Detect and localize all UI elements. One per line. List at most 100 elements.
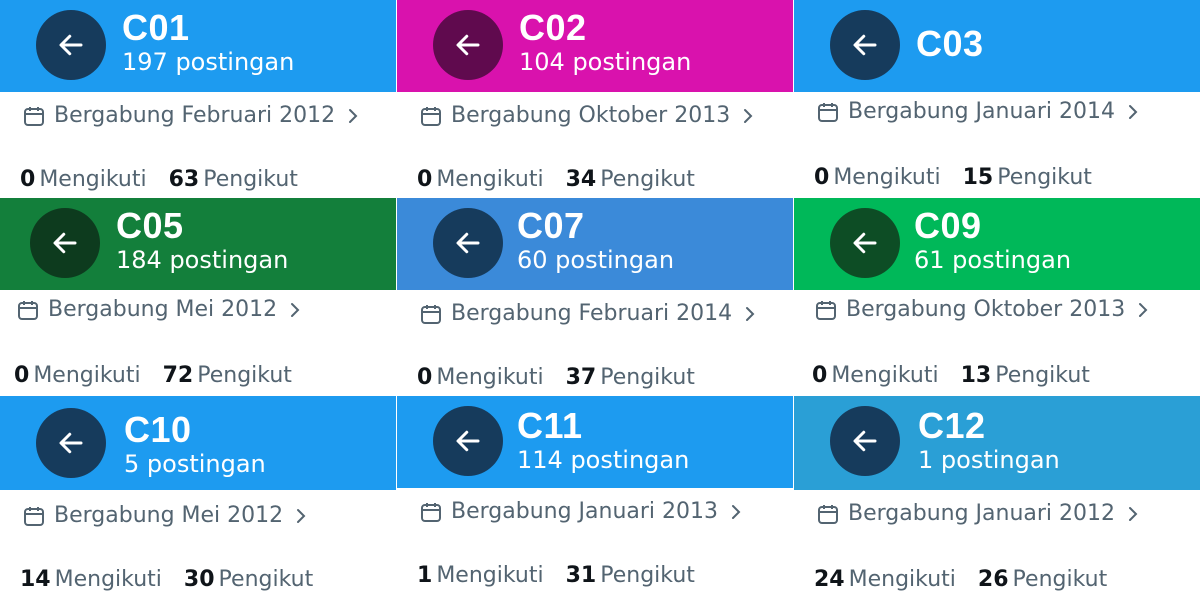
chevron-right-icon [297, 509, 306, 523]
followers-link[interactable]: 72 Pengikut [163, 362, 292, 390]
followers-link[interactable]: 30 Pengikut [184, 566, 313, 594]
following-count: 14 [20, 567, 51, 592]
join-date-label: Bergabung Januari 2012 [848, 501, 1116, 526]
following-count: 0 [814, 165, 830, 190]
back-button[interactable] [433, 10, 503, 80]
following-count: 0 [14, 363, 30, 388]
following-count: 0 [417, 365, 433, 390]
following-link[interactable]: 0 Mengikuti [417, 166, 544, 194]
following-count: 0 [20, 167, 36, 192]
arrow-left-icon [59, 34, 83, 56]
chevron-right-icon [291, 303, 300, 317]
back-button[interactable] [830, 406, 900, 476]
profile-name: C02 [519, 7, 587, 48]
join-date[interactable]: Bergabung Mei 2012 [22, 502, 309, 530]
followers-link[interactable]: 26 Pengikut [978, 566, 1107, 594]
profile-name: C12 [918, 405, 986, 446]
followers-count: 26 [977, 567, 1009, 592]
join-date[interactable]: Bergabung Oktober 2013 [814, 296, 1151, 324]
back-button[interactable] [433, 208, 503, 278]
calendar-icon [24, 107, 44, 126]
followers-label: Pengikut [197, 363, 292, 388]
followers-link[interactable]: 37 Pengikut [566, 364, 695, 392]
join-date[interactable]: Bergabung Mei 2012 [16, 296, 303, 324]
back-button[interactable] [830, 10, 900, 80]
followers-link[interactable]: 31 Pengikut [566, 562, 695, 590]
back-button[interactable] [830, 208, 900, 278]
arrow-left-icon [456, 430, 480, 452]
profile-header: C05 184 postingan [0, 198, 396, 290]
followers-label: Pengikut [218, 567, 314, 592]
followers-count: 30 [183, 567, 215, 592]
profile-name: C05 [116, 205, 184, 246]
followers-label: Pengikut [203, 167, 298, 192]
back-button[interactable] [30, 208, 100, 278]
following-link[interactable]: 24 Mengikuti [814, 566, 956, 594]
arrow-left-icon [59, 432, 83, 454]
chevron-right-icon [1129, 507, 1138, 521]
following-link[interactable]: 0 Mengikuti [417, 364, 544, 392]
follow-stats: 0 Mengikuti 63 Pengikut [20, 166, 298, 194]
calendar-icon [421, 503, 441, 522]
arrow-left-icon [456, 34, 480, 56]
follow-stats: 0 Mengikuti 72 Pengikut [14, 362, 292, 390]
post-count: 1 postingan [918, 446, 1060, 474]
following-label: Mengikuti [436, 563, 544, 588]
following-link[interactable]: 1 Mengikuti [417, 562, 544, 590]
profile-card: C02 104 postingan Bergabung Oktober 2013… [397, 0, 793, 198]
back-button[interactable] [36, 408, 106, 478]
followers-label: Pengikut [995, 363, 1090, 388]
follow-stats: 0 Mengikuti 34 Pengikut [417, 166, 695, 194]
join-date[interactable]: Bergabung Februari 2014 [419, 300, 758, 328]
calendar-icon [421, 305, 441, 324]
back-button[interactable] [36, 10, 106, 80]
profile-header: C11 114 postingan [397, 396, 793, 488]
profile-card: C09 61 postingan Bergabung Oktober 2013 … [794, 198, 1200, 396]
chevron-right-icon [1129, 105, 1138, 119]
following-label: Mengikuti [54, 567, 162, 592]
followers-count: 72 [162, 363, 194, 388]
post-count: 5 postingan [124, 450, 266, 478]
join-date-label: Bergabung Januari 2013 [451, 499, 719, 524]
profile-name: C09 [914, 205, 982, 246]
followers-count: 37 [565, 365, 597, 390]
followers-label: Pengikut [1012, 567, 1108, 592]
join-date-label: Bergabung Mei 2012 [48, 297, 278, 322]
join-date[interactable]: Bergabung Januari 2012 [816, 500, 1141, 528]
join-date-label: Bergabung Oktober 2013 [846, 297, 1126, 322]
followers-label: Pengikut [600, 563, 695, 588]
follow-stats: 0 Mengikuti 13 Pengikut [812, 362, 1090, 390]
following-link[interactable]: 0 Mengikuti [814, 164, 941, 192]
profile-card: C03 Bergabung Januari 2014 0 Mengikuti 15… [794, 0, 1200, 198]
join-date[interactable]: Bergabung Februari 2012 [22, 102, 361, 130]
arrow-left-icon [456, 232, 480, 254]
join-date[interactable]: Bergabung Januari 2014 [816, 98, 1141, 126]
followers-link[interactable]: 63 Pengikut [169, 166, 298, 194]
profile-header: C01 197 postingan [0, 0, 396, 92]
join-date-label: Bergabung Oktober 2013 [451, 103, 731, 128]
following-label: Mengikuti [436, 167, 544, 192]
chevron-right-icon [744, 109, 753, 123]
following-link[interactable]: 14 Mengikuti [20, 566, 162, 594]
follow-stats: 14 Mengikuti 30 Pengikut [20, 566, 313, 594]
following-link[interactable]: 0 Mengikuti [14, 362, 141, 390]
following-count: 0 [417, 167, 433, 192]
chevron-right-icon [746, 307, 755, 321]
following-label: Mengikuti [39, 167, 147, 192]
following-link[interactable]: 0 Mengikuti [20, 166, 147, 194]
post-count: 184 postingan [116, 246, 289, 274]
back-button[interactable] [433, 406, 503, 476]
following-count: 1 [417, 563, 433, 588]
join-date[interactable]: Bergabung Oktober 2013 [419, 102, 756, 130]
profile-card: C05 184 postingan Bergabung Mei 2012 0 Me… [0, 198, 396, 396]
join-date[interactable]: Bergabung Januari 2013 [419, 498, 744, 526]
following-count: 24 [814, 567, 845, 592]
followers-label: Pengikut [600, 365, 695, 390]
followers-count: 31 [565, 563, 597, 588]
following-link[interactable]: 0 Mengikuti [812, 362, 939, 390]
followers-link[interactable]: 34 Pengikut [566, 166, 695, 194]
calendar-icon [421, 107, 441, 126]
followers-link[interactable]: 15 Pengikut [963, 164, 1092, 192]
profile-name: C11 [517, 405, 583, 446]
followers-link[interactable]: 13 Pengikut [961, 362, 1090, 390]
